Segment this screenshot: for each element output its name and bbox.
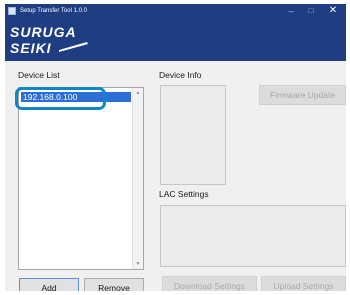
scroll-down-icon[interactable]: ▼ xyxy=(133,259,143,269)
title-bar[interactable]: Setup Transfer Tool 1.0.0 – □ ✕ xyxy=(5,4,346,19)
minimize-button[interactable]: – xyxy=(281,4,301,19)
logo-swoosh xyxy=(59,42,88,52)
logo-line2: SEIKI xyxy=(10,40,52,56)
lac-settings-panel xyxy=(160,205,346,267)
download-settings-button[interactable]: Download Settings xyxy=(162,276,257,291)
app-icon xyxy=(8,7,16,15)
logo-line1: SURUGA xyxy=(10,24,77,40)
brand-banner: SURUGA SEIKI xyxy=(5,19,346,61)
window-title: Setup Transfer Tool 1.0.0 xyxy=(20,8,87,14)
device-info-panel xyxy=(160,85,226,185)
app-window: Setup Transfer Tool 1.0.0 – □ ✕ SURUGA S… xyxy=(5,4,346,291)
close-button[interactable]: ✕ xyxy=(323,4,343,19)
add-button[interactable]: Add xyxy=(19,278,79,291)
remove-button[interactable]: Remove xyxy=(84,278,144,291)
annotation-highlight xyxy=(15,87,106,110)
listbox-scrollbar[interactable]: ▲ ▼ xyxy=(132,88,143,269)
device-list-label: Device List xyxy=(18,70,60,80)
maximize-button[interactable]: □ xyxy=(301,4,321,19)
device-listbox[interactable]: 192.168.0.100 ▲ ▼ xyxy=(18,87,144,270)
upload-settings-button[interactable]: Upload Settings xyxy=(261,276,346,291)
suruga-seiki-logo: SURUGA SEIKI xyxy=(10,24,88,56)
firmware-update-button[interactable]: Firmware Update xyxy=(259,85,346,105)
scroll-up-icon[interactable]: ▲ xyxy=(133,88,143,98)
lac-settings-label: LAC Settings xyxy=(159,189,209,199)
device-info-label: Device Info xyxy=(159,70,202,80)
